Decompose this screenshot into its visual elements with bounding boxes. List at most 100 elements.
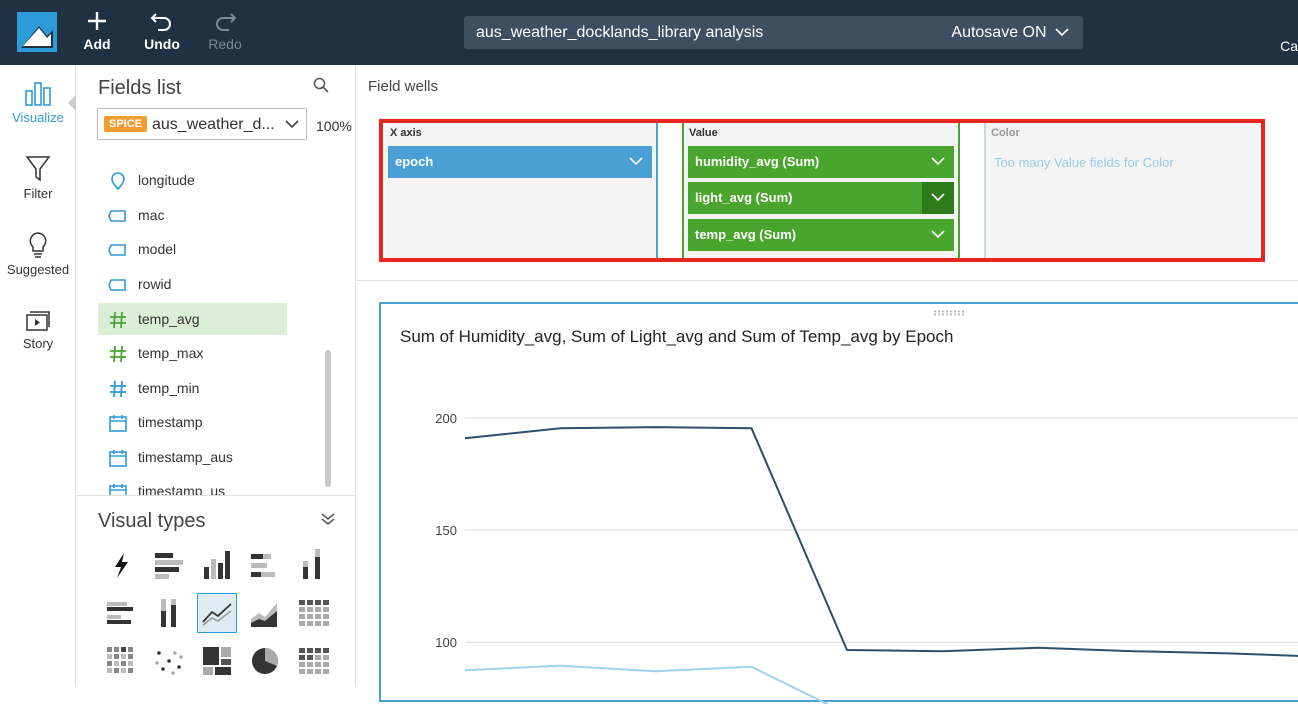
- x-axis-well-label: X axis: [390, 127, 422, 139]
- color-well[interactable]: Color Too many Value fields for Color: [984, 123, 1261, 258]
- field-list: longitude mac model rowid temp_avg temp_…: [77, 155, 327, 495]
- top-bar: Add Undo Redo aus_weather_docklands_libr…: [0, 0, 1298, 65]
- scatter-plot-icon[interactable]: [149, 641, 189, 681]
- x-axis-field-chip[interactable]: epoch: [388, 146, 652, 178]
- chevron-down-icon: [931, 157, 945, 166]
- undo-label: Undo: [144, 36, 180, 52]
- heat-map-icon[interactable]: [101, 641, 141, 681]
- quicksight-logo[interactable]: [17, 12, 57, 52]
- search-icon[interactable]: [313, 77, 329, 98]
- field-item-timestamp[interactable]: timestamp: [98, 406, 287, 438]
- vertical-bar-icon[interactable]: [197, 545, 237, 585]
- rail-active-notch: [68, 95, 76, 111]
- rail-suggested-label: Suggested: [6, 262, 70, 277]
- value-well[interactable]: Value humidity_avg (Sum) light_avg (Sum)…: [682, 123, 960, 258]
- lightbulb-icon: [29, 232, 47, 258]
- autosave-label: Autosave ON: [951, 24, 1047, 41]
- plus-icon: [72, 10, 122, 36]
- line-chart-visual[interactable]: Sum of Humidity_avg, Sum of Light_avg an…: [379, 302, 1298, 704]
- field-label: temp_max: [138, 345, 204, 361]
- bar-chart-icon: [25, 82, 51, 106]
- rail-visualize-label: Visualize: [12, 110, 64, 125]
- field-label: longitude: [138, 172, 195, 188]
- redo-button[interactable]: Redo: [200, 10, 250, 52]
- value-field-chip[interactable]: temp_avg (Sum): [688, 219, 954, 251]
- play-stack-icon: [26, 311, 50, 331]
- chevron-down-icon: [1055, 28, 1069, 37]
- fields-scrollbar[interactable]: [325, 350, 331, 487]
- dataset-select[interactable]: SPICE aus_weather_d...: [97, 108, 307, 140]
- line-chart: 100 150 200: [435, 411, 1298, 704]
- table-icon[interactable]: [293, 641, 333, 681]
- field-item-temp-avg[interactable]: temp_avg: [98, 303, 287, 335]
- field-item-temp-max[interactable]: temp_max: [98, 337, 287, 369]
- field-label: timestamp_aus: [138, 449, 233, 465]
- double-chevron-down-icon[interactable]: [320, 512, 336, 526]
- rail-visualize[interactable]: Visualize: [0, 81, 76, 125]
- hash-icon: [110, 380, 126, 398]
- field-item-timestamp-aus[interactable]: timestamp_aus: [98, 441, 287, 473]
- area-chart-icon[interactable]: [245, 593, 285, 633]
- field-item-rowid[interactable]: rowid: [98, 268, 287, 300]
- rail-suggested[interactable]: Suggested: [0, 231, 76, 277]
- string-tag-icon: [108, 210, 126, 222]
- field-item-temp-min[interactable]: temp_min: [98, 372, 287, 404]
- autograph-visual-icon[interactable]: [101, 545, 141, 585]
- field-item-mac[interactable]: mac: [98, 199, 287, 231]
- percent-vertical-bar-icon[interactable]: [149, 593, 189, 633]
- field-item-model[interactable]: model: [98, 233, 287, 265]
- redo-label: Redo: [208, 36, 242, 52]
- visual-types-title: Visual types: [98, 510, 206, 532]
- rail-filter[interactable]: Filter: [0, 155, 76, 201]
- rail-story[interactable]: Story: [0, 309, 76, 351]
- series-line[interactable]: [464, 426, 1298, 657]
- calendar-icon: [109, 450, 127, 467]
- pie-chart-icon[interactable]: [245, 641, 285, 681]
- string-tag-icon: [108, 244, 126, 256]
- spice-usage: 100%: [316, 118, 352, 134]
- chip-chevron[interactable]: [922, 219, 954, 251]
- field-item-timestamp-us[interactable]: timestamp_us: [98, 475, 287, 495]
- calendar-icon: [109, 484, 127, 495]
- string-tag-icon: [108, 279, 126, 291]
- value-field-chip[interactable]: humidity_avg (Sum): [688, 146, 954, 178]
- series-line[interactable]: [464, 664, 847, 704]
- panel-divider: [77, 495, 356, 496]
- y-tick-label: 200: [435, 411, 457, 426]
- autosave-toggle[interactable]: Autosave ON: [951, 24, 1069, 42]
- chip-label: light_avg (Sum): [695, 190, 793, 205]
- left-rail: Visualize Filter Suggested Story: [0, 65, 76, 686]
- funnel-icon: [25, 156, 51, 182]
- field-wells-title: Field wells: [368, 78, 439, 95]
- top-right-menu-clipped[interactable]: Ca: [1280, 38, 1298, 54]
- chevron-down-icon: [285, 120, 299, 129]
- color-well-note: Too many Value fields for Color: [994, 155, 1174, 170]
- chip-chevron[interactable]: [620, 146, 652, 178]
- field-label: model: [138, 241, 177, 257]
- undo-button[interactable]: Undo: [137, 10, 187, 52]
- rail-story-label: Story: [22, 336, 54, 351]
- chevron-down-icon: [931, 230, 945, 239]
- stacked-vertical-bar-icon[interactable]: [293, 545, 333, 585]
- redo-icon: [200, 10, 250, 36]
- add-button[interactable]: Add: [72, 10, 122, 52]
- fields-list-title: Fields list: [98, 77, 182, 99]
- x-axis-well[interactable]: X axis epoch: [385, 123, 658, 258]
- horizontal-bar-icon[interactable]: [149, 545, 189, 585]
- clustered-horizontal-bar-icon[interactable]: [101, 593, 141, 633]
- analysis-name[interactable]: aus_weather_docklands_library analysis: [476, 24, 763, 42]
- value-field-chip[interactable]: light_avg (Sum): [688, 182, 954, 214]
- hash-icon: [110, 345, 126, 363]
- line-chart-visual-icon[interactable]: [197, 593, 237, 633]
- stacked-horizontal-bar-icon[interactable]: [245, 545, 285, 585]
- geo-pin-icon: [111, 172, 125, 191]
- field-item-longitude[interactable]: longitude: [98, 164, 287, 196]
- tree-map-icon[interactable]: [197, 641, 237, 681]
- main-area: Field wells X axis epoch Value humidity_…: [357, 65, 1298, 704]
- analysis-name-bar[interactable]: aus_weather_docklands_library analysis A…: [464, 16, 1083, 49]
- pivot-table-icon[interactable]: [293, 593, 333, 633]
- chip-chevron[interactable]: [922, 182, 954, 214]
- chip-chevron[interactable]: [922, 146, 954, 178]
- value-well-label: Value: [689, 127, 718, 139]
- field-label: rowid: [138, 276, 172, 292]
